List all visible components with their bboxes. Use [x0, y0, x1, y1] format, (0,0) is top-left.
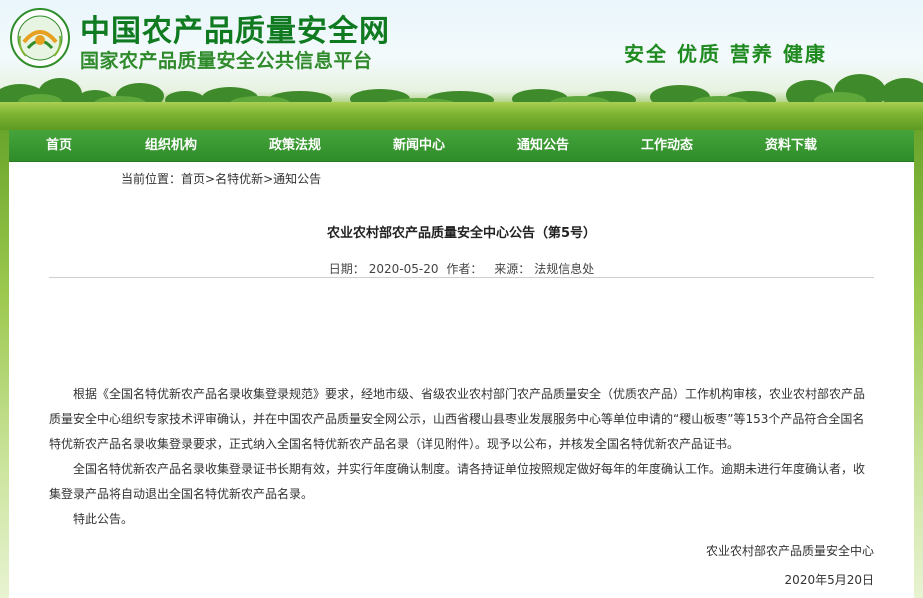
nav-item-notices[interactable]: 通知公告: [481, 130, 605, 161]
nav-item-policies[interactable]: 政策法规: [233, 130, 357, 161]
meta-date: 2020-05-20: [368, 262, 439, 276]
article-meta: 日期： 2020-05-20 作者： 来源： 法规信息处: [9, 260, 914, 277]
breadcrumb-separator: >: [205, 172, 216, 186]
article-body: 根据《全国名特优新农产品名录收集登录规范》要求，经地市级、省级农业农村部门农产品…: [49, 382, 874, 532]
breadcrumb-link-featured[interactable]: 名特优新: [215, 172, 263, 186]
meta-author-label: 作者：: [446, 262, 483, 276]
meta-source-label: 来源：: [494, 262, 531, 276]
meta-date-label: 日期：: [328, 262, 365, 276]
title-divider: [49, 277, 874, 278]
nav-item-downloads[interactable]: 资料下载: [729, 130, 853, 161]
site-subtitle: 国家农产品质量安全公共信息平台: [80, 50, 373, 72]
right-side-band: [914, 130, 923, 598]
breadcrumb: 当前位置：首页>名特优新>通知公告: [121, 170, 321, 187]
site-banner: 中国农产品质量安全网 国家农产品质量安全公共信息平台 安全 优质 营养 健康: [0, 0, 923, 130]
meta-source: 法规信息处: [534, 262, 595, 276]
content-panel: 当前位置：首页>名特优新>通知公告 农业农村部农产品质量安全中心公告（第5号） …: [9, 162, 914, 598]
caqs-logo: [10, 8, 70, 68]
breadcrumb-link-notices[interactable]: 通知公告: [273, 172, 321, 186]
nav-item-organization[interactable]: 组织机构: [109, 130, 233, 161]
site-title: 中国农产品质量安全网: [80, 14, 390, 49]
breadcrumb-link-home[interactable]: 首页: [181, 172, 205, 186]
article-signature: 农业农村部农产品质量安全中心: [705, 544, 874, 558]
site-slogan: 安全 优质 营养 健康: [624, 42, 827, 66]
article-title: 农业农村部农产品质量安全中心公告（第5号）: [326, 226, 597, 241]
article-paragraph: 根据《全国名特优新农产品名录收集登录规范》要求，经地市级、省级农业农村部门农产品…: [49, 387, 866, 451]
left-side-band: [0, 130, 9, 598]
article-paragraph: 特此公告。: [73, 512, 134, 526]
nav-item-home[interactable]: 首页: [9, 130, 109, 161]
article-paragraph: 全国名特优新农产品名录收集登录证书长期有效，并实行年度确认制度。请各持证单位按照…: [49, 462, 866, 501]
breadcrumb-prefix: 当前位置：: [121, 172, 182, 186]
main-nav: 首页 组织机构 政策法规 新闻中心 通知公告 工作动态 资料下载: [9, 130, 914, 162]
breadcrumb-separator: >: [263, 172, 274, 186]
nav-item-work-updates[interactable]: 工作动态: [605, 130, 729, 161]
rapeseed-field-decoration: [0, 102, 923, 130]
nav-item-news[interactable]: 新闻中心: [357, 130, 481, 161]
article-sign-date: 2020年5月20日: [784, 573, 874, 587]
